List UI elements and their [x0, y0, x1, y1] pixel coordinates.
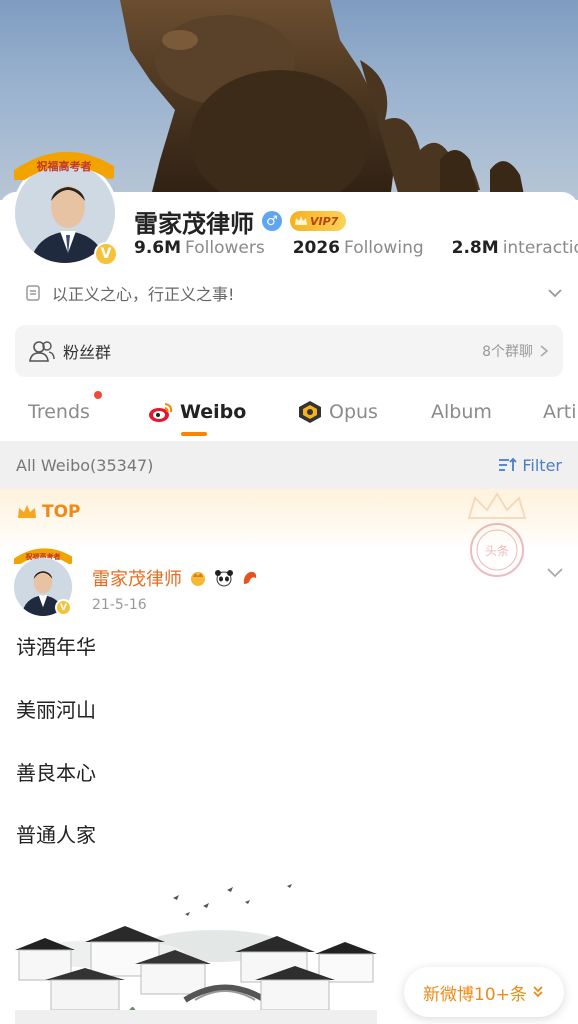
post-date: 21-5-16: [92, 597, 147, 613]
pinned-top-badge: TOP: [16, 502, 81, 522]
male-gender-icon: ♂: [262, 211, 282, 231]
followers-label: Followers: [185, 238, 265, 258]
interactions-label: interaction: [502, 238, 578, 258]
avatar-frame-banner: 祝福高考者: [14, 151, 114, 180]
double-chevron-down-icon: [533, 986, 543, 998]
tab-opus-label: Opus: [329, 401, 378, 423]
dragon-badge-icon: [243, 571, 257, 584]
new-posts-label: 新微博10+条: [423, 984, 527, 1005]
tab-trends-label: Trends: [28, 401, 90, 423]
chevron-down-icon[interactable]: [545, 563, 565, 581]
filter-button[interactable]: Filter: [498, 456, 562, 475]
tab-trends[interactable]: Trends: [28, 388, 90, 436]
following-count: 2026: [292, 238, 341, 258]
post-text-line: 普通人家: [16, 823, 96, 847]
verified-badge-icon: V: [55, 599, 72, 616]
crown-badge-icon: [191, 572, 205, 586]
profile-stats: 9.6M Followers 2026 Following 2.8M interact…: [134, 238, 578, 258]
chevron-right-icon: [540, 345, 549, 357]
notification-dot: [94, 391, 102, 399]
svg-text:祝福高考者: 祝福高考者: [37, 159, 92, 173]
followers-stat[interactable]: 9.6M Followers: [134, 238, 265, 258]
post-text-line: 美丽河山: [16, 698, 96, 722]
filter-bar: All Weibo(35347) Filter: [0, 441, 578, 489]
top-label: TOP: [42, 502, 81, 522]
tab-album-label: Album: [431, 401, 492, 423]
fans-group-count: 8个群聊: [482, 344, 533, 360]
profile-name-row: 雷家茂律师 ♂ VIP7: [134, 204, 347, 238]
following-label: Following: [344, 238, 424, 258]
tab-articles-label: Arti: [543, 401, 577, 423]
interactions-count: 2.8M: [451, 238, 499, 258]
svg-text:头条: 头条: [485, 544, 509, 558]
interactions-stat[interactable]: 2.8Minteraction: [452, 238, 578, 258]
weibo-logo-icon: [149, 403, 173, 422]
people-icon: [29, 341, 55, 362]
profile-page: 祝福高考者 V 雷家茂律师 ♂ VIP7 9.6M Followers 2026 F…: [0, 0, 578, 1024]
following-stat[interactable]: 2026 Following: [293, 238, 424, 258]
active-tab-indicator: [181, 432, 207, 436]
fans-group-row[interactable]: 粉丝群 8个群聊: [15, 325, 563, 377]
panda-icon: [215, 570, 233, 587]
post-author-avatar[interactable]: 祝福高考者 V: [14, 548, 74, 618]
filter-icon: [499, 457, 518, 471]
chevron-down-icon[interactable]: [546, 284, 564, 302]
tab-weibo[interactable]: Weibo: [148, 388, 246, 436]
filter-label: Filter: [522, 455, 562, 475]
opus-icon: [299, 401, 321, 423]
profile-bio: 以正义之心，行正义之事!: [52, 285, 235, 304]
post-author-row: 雷家茂律师: [92, 565, 260, 591]
profile-tabs: Trends Weibo Opus Album Arti: [0, 388, 578, 440]
verified-badge-icon: V: [94, 242, 118, 266]
crown-icon: [295, 216, 307, 225]
profile-avatar[interactable]: 祝福高考者 V: [12, 150, 122, 268]
post-text-line: 善良本心: [16, 761, 96, 785]
tab-articles[interactable]: Arti: [543, 388, 577, 436]
followers-count: 9.6M: [134, 238, 182, 258]
post-image-ink-village[interactable]: [15, 880, 377, 1024]
tab-opus[interactable]: Opus: [297, 388, 378, 436]
profile-name: 雷家茂律师: [134, 209, 254, 238]
vip-badge[interactable]: VIP7: [290, 211, 347, 231]
post-text-line: 诗酒年华: [16, 635, 96, 659]
new-posts-button[interactable]: 新微博10+条: [404, 967, 564, 1017]
all-weibo-count[interactable]: All Weibo(35347): [16, 456, 153, 475]
document-icon: [26, 285, 40, 301]
fans-group-label: 粉丝群: [63, 343, 112, 362]
crown-icon: [18, 505, 36, 518]
tab-album[interactable]: Album: [431, 388, 492, 436]
post-author-name[interactable]: 雷家茂律师: [92, 565, 182, 591]
headline-seal-icon: 头条: [467, 492, 527, 577]
tab-weibo-label: Weibo: [180, 401, 247, 423]
bio-row[interactable]: 以正义之心，行正义之事!: [24, 278, 564, 308]
vip-level-label: VIP7: [310, 214, 339, 228]
